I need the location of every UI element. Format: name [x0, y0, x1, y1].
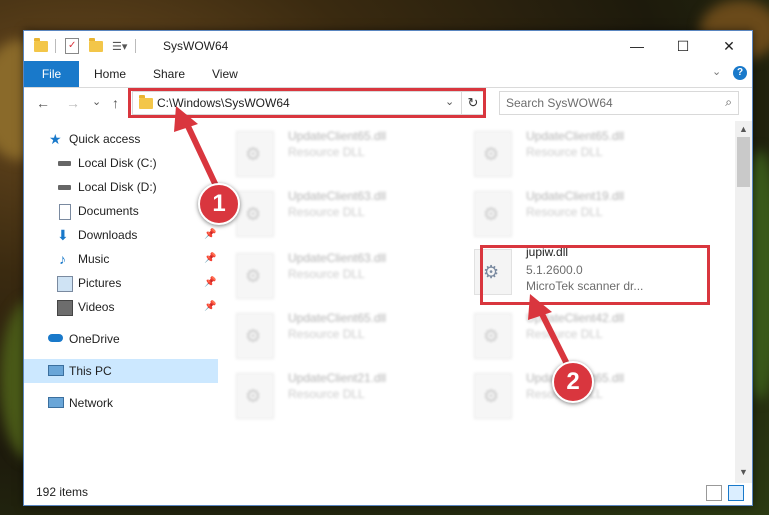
- callout-badge-1: 1: [198, 183, 240, 225]
- arrow-2-line: [537, 307, 571, 369]
- callout-badge-2: 2: [552, 361, 594, 403]
- arrow-1-line: [183, 119, 221, 193]
- callout-arrows: [174, 106, 571, 369]
